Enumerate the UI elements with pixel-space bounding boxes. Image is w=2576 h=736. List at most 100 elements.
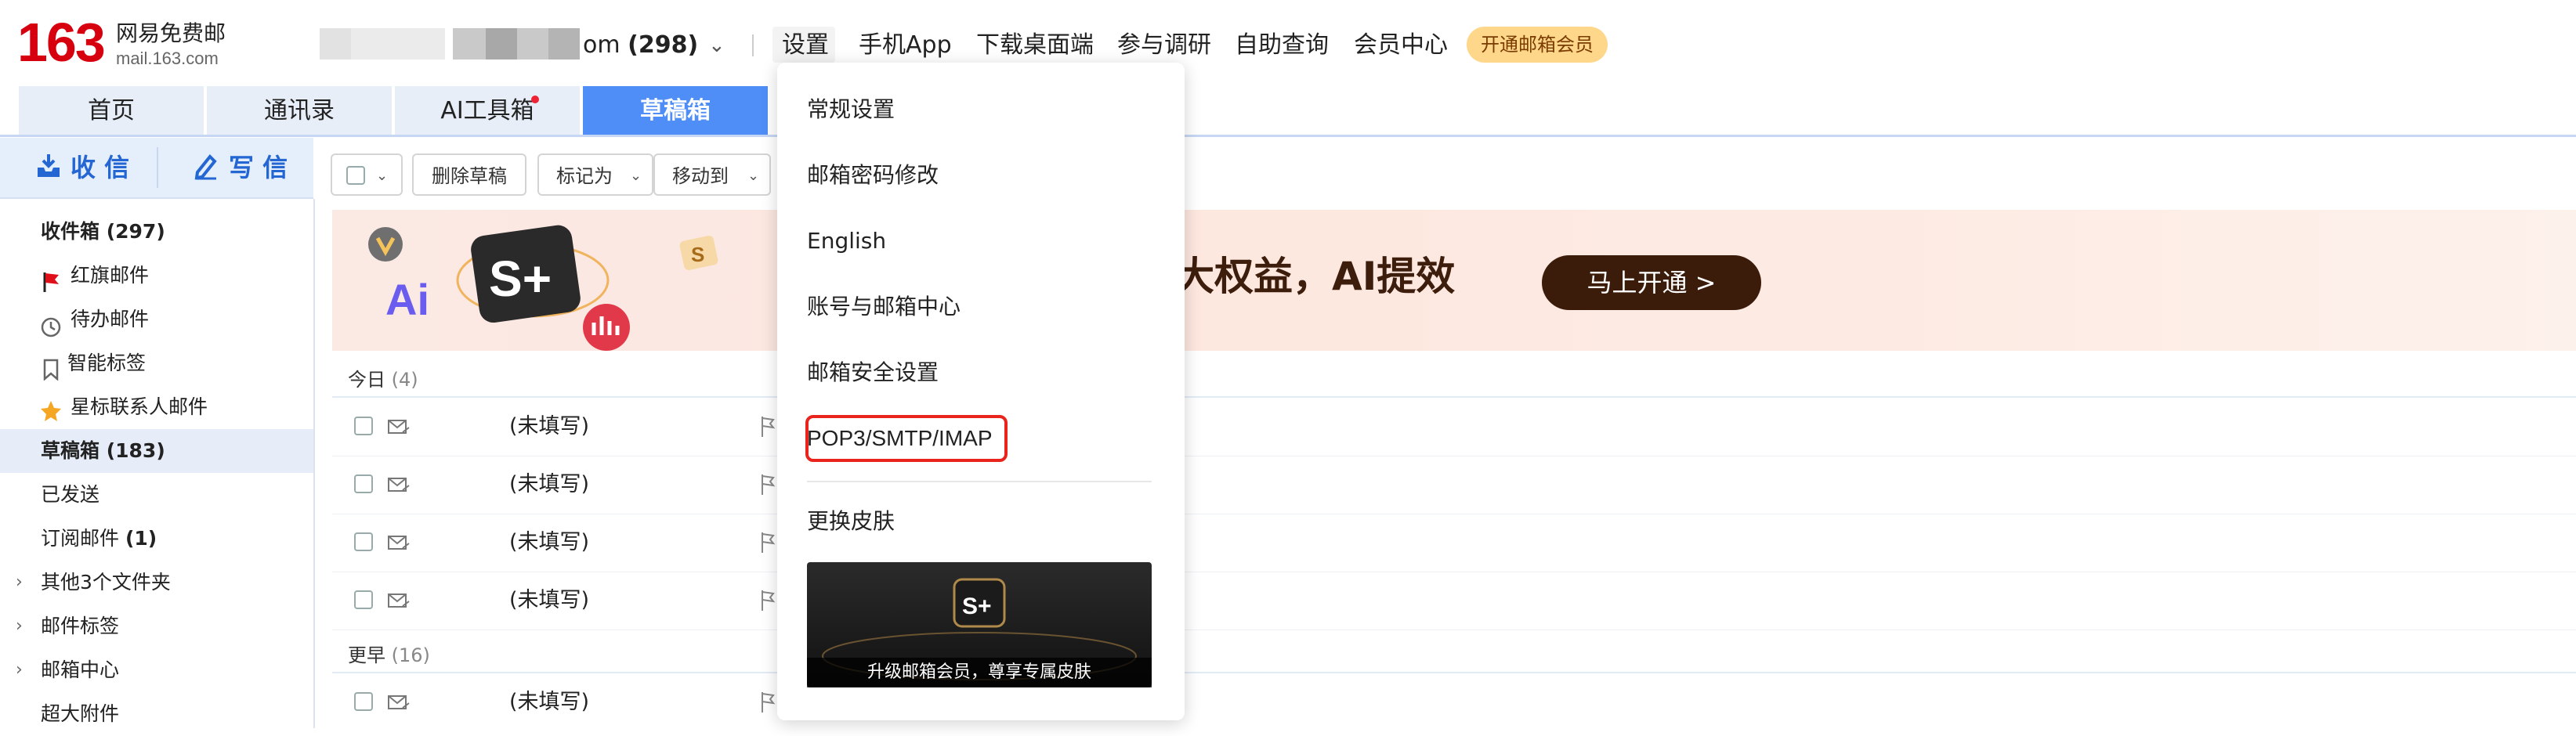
folder-mail-center[interactable]: › 邮箱中心 bbox=[0, 648, 313, 692]
group-header-today[interactable]: 今日 (4) bbox=[332, 365, 418, 395]
mail-sender: (未填写) bbox=[509, 690, 590, 714]
skin-promo-caption: 升级邮箱会员，尊享专属皮肤 bbox=[807, 658, 1152, 687]
row-checkbox[interactable] bbox=[354, 692, 373, 711]
chevron-right-icon[interactable]: › bbox=[16, 648, 23, 692]
nav-download-desktop[interactable]: 下载桌面端 bbox=[976, 31, 1094, 60]
folder-count: (183) bbox=[106, 439, 165, 462]
clock-icon bbox=[41, 309, 61, 337]
move-to-label: 移动到 bbox=[672, 165, 729, 187]
header-divider bbox=[752, 34, 754, 56]
menu-item-security-settings[interactable]: 邮箱安全设置 bbox=[807, 357, 939, 388]
mail-row[interactable]: (未填写) bbox=[332, 673, 2576, 728]
folder-label: 已发送 bbox=[41, 483, 100, 506]
compose-divider bbox=[157, 147, 158, 188]
group-count: (16) bbox=[391, 644, 430, 666]
svg-text:S+: S+ bbox=[489, 251, 552, 307]
write-button[interactable]: 写 信 bbox=[229, 138, 288, 197]
inbox-receive-icon bbox=[34, 152, 63, 180]
pencil-icon bbox=[193, 152, 219, 180]
mail-row[interactable]: (未填写) bbox=[332, 398, 2576, 456]
chevron-down-icon: ⌄ bbox=[630, 168, 642, 184]
logo-number[interactable]: 163 bbox=[17, 11, 106, 74]
folder-label: 其他3个文件夹 bbox=[41, 571, 171, 593]
menu-item-general-settings[interactable]: 常规设置 bbox=[807, 94, 895, 125]
folder-subscriptions[interactable]: 订阅邮件 (1) bbox=[0, 517, 313, 561]
tab-ai-toolbox[interactable]: AI工具箱 bbox=[395, 86, 580, 136]
menu-item-change-password[interactable]: 邮箱密码修改 bbox=[807, 160, 939, 191]
mail-sender: (未填写) bbox=[509, 530, 590, 554]
mail-sender: (未填写) bbox=[509, 472, 590, 496]
folder-label: 邮件标签 bbox=[41, 615, 120, 637]
vip-badge-button[interactable]: 开通邮箱会员 bbox=[1467, 27, 1608, 63]
folder-other-folders[interactable]: › 其他3个文件夹 bbox=[0, 561, 313, 604]
folder-label: 邮箱中心 bbox=[41, 658, 120, 681]
nav-survey[interactable]: 参与调研 bbox=[1117, 31, 1211, 60]
svg-text:S+: S+ bbox=[962, 593, 992, 619]
flag-outline-icon[interactable] bbox=[760, 589, 776, 612]
folder-todo[interactable]: 待办邮件 bbox=[0, 298, 313, 341]
menu-divider bbox=[807, 481, 1152, 482]
mark-as-dropdown[interactable]: 标记为 ⌄ bbox=[537, 153, 653, 196]
menu-item-change-skin[interactable]: 更换皮肤 bbox=[807, 506, 895, 537]
nav-mobile-app[interactable]: 手机App bbox=[859, 31, 952, 60]
flag-outline-icon[interactable] bbox=[760, 691, 776, 714]
folder-label: 智能标签 bbox=[67, 352, 147, 374]
nav-member-center[interactable]: 会员中心 bbox=[1354, 31, 1448, 60]
menu-item-english[interactable]: English bbox=[807, 225, 886, 257]
delete-draft-button[interactable]: 删除草稿 bbox=[412, 153, 526, 196]
svg-text:S: S bbox=[691, 243, 704, 266]
mail-row[interactable]: (未填写) bbox=[332, 514, 2576, 572]
mail-row[interactable]: (未填写) bbox=[332, 572, 2576, 630]
tab-home[interactable]: 首页 bbox=[19, 86, 204, 136]
mail-row[interactable]: (未填写) bbox=[332, 456, 2576, 514]
folder-label: 收件箱 bbox=[41, 220, 107, 243]
folder-label: 超大附件 bbox=[41, 702, 120, 725]
folder-label: 待办邮件 bbox=[71, 308, 150, 330]
bookmark-icon bbox=[42, 352, 60, 381]
chevron-right-icon[interactable]: › bbox=[16, 561, 23, 604]
select-all-checkbox[interactable] bbox=[346, 166, 365, 185]
move-to-dropdown[interactable]: 移动到 ⌄ bbox=[653, 153, 771, 196]
chevron-down-icon[interactable]: ⌄ bbox=[708, 31, 725, 60]
account-name[interactable]: om (298) bbox=[583, 31, 698, 60]
draft-envelope-icon bbox=[387, 532, 411, 553]
menu-item-account-center[interactable]: 账号与邮箱中心 bbox=[807, 291, 961, 323]
redacted-account-block bbox=[548, 28, 580, 60]
chevron-right-icon[interactable]: › bbox=[16, 604, 23, 648]
folder-count: (297) bbox=[106, 220, 165, 243]
tab-contacts[interactable]: 通讯录 bbox=[207, 86, 392, 136]
folder-large-attachments[interactable]: 超大附件 bbox=[0, 692, 313, 736]
row-checkbox[interactable] bbox=[354, 417, 373, 435]
account-unread-count: (298) bbox=[628, 31, 699, 59]
nav-settings[interactable]: 设置 bbox=[782, 31, 829, 60]
folder-sent[interactable]: 已发送 bbox=[0, 473, 313, 517]
tab-drafts[interactable]: 草稿箱 bbox=[583, 86, 768, 136]
flag-outline-icon[interactable] bbox=[760, 473, 776, 496]
row-checkbox[interactable] bbox=[354, 590, 373, 609]
draft-envelope-icon bbox=[387, 692, 411, 713]
notification-dot bbox=[531, 96, 539, 103]
flag-outline-icon[interactable] bbox=[760, 415, 776, 438]
folder-inbox[interactable]: 收件箱 (297) bbox=[0, 210, 313, 254]
folder-label: 草稿箱 bbox=[41, 439, 107, 462]
select-all-dropdown[interactable]: ⌄ bbox=[331, 153, 403, 196]
svg-text:Ai: Ai bbox=[385, 275, 429, 324]
logo-url: mail.163.com bbox=[116, 49, 219, 68]
nav-self-service[interactable]: 自助查询 bbox=[1235, 31, 1329, 60]
folder-mail-tags[interactable]: › 邮件标签 bbox=[0, 604, 313, 648]
folder-starred-contacts[interactable]: 星标联系人邮件 bbox=[0, 385, 313, 429]
receive-button[interactable]: 收 信 bbox=[71, 138, 129, 197]
folder-drafts[interactable]: 草稿箱 (183) bbox=[0, 429, 313, 473]
row-checkbox[interactable] bbox=[354, 474, 373, 493]
folder-label: 订阅邮件 bbox=[41, 527, 125, 550]
group-header-earlier[interactable]: 更早 (16) bbox=[332, 640, 430, 670]
folder-red-flag[interactable]: 红旗邮件 bbox=[0, 254, 313, 298]
flag-outline-icon[interactable] bbox=[760, 531, 776, 554]
folder-smart-tags[interactable]: 智能标签 bbox=[0, 341, 313, 385]
mail-sender: (未填写) bbox=[509, 414, 590, 438]
banner-activate-button[interactable]: 马上开通 > bbox=[1542, 255, 1761, 310]
chevron-down-icon: ⌄ bbox=[376, 168, 389, 184]
group-label: 更早 bbox=[348, 644, 385, 666]
logo-title[interactable]: 网易免费邮 bbox=[116, 20, 226, 47]
row-checkbox[interactable] bbox=[354, 532, 373, 551]
